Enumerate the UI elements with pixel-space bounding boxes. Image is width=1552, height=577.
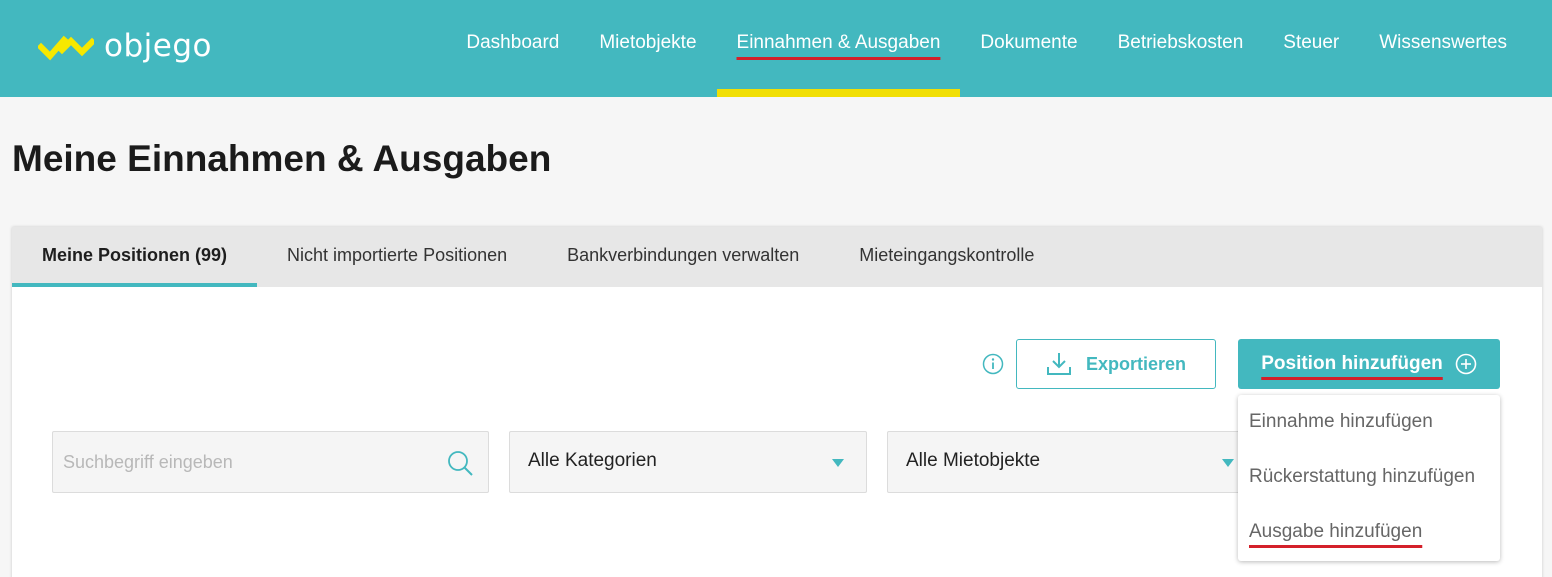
export-button[interactable]: Exportieren (1016, 339, 1216, 389)
search-icon[interactable] (446, 449, 474, 477)
nav-item-label: Mietobjekte (599, 32, 697, 53)
nav-item-label: Dashboard (466, 32, 560, 53)
tab-mieteingangskontrolle[interactable]: Mieteingangskontrolle (829, 227, 1064, 287)
category-select[interactable]: Alle Kategorien (509, 431, 867, 493)
nav-item-label: Betriebskosten (1117, 32, 1244, 53)
nav-item-label: Steuer (1283, 32, 1340, 53)
logo[interactable]: objego (38, 26, 212, 66)
logo-wordmark: objego (104, 28, 212, 64)
nav-item-dokumente[interactable]: Dokumente (960, 0, 1097, 97)
top-navigation-bar: objego Dashboard Mietobjekte Einnahmen &… (0, 0, 1552, 97)
add-position-button[interactable]: Position hinzufügen (1238, 339, 1500, 389)
tab-label: Bankverbindungen verwalten (567, 245, 800, 265)
plus-circle-icon (1455, 353, 1477, 375)
tab-label: Meine Positionen (99) (42, 245, 228, 265)
add-position-menu: Einnahme hinzufügen Rückerstattung hinzu… (1238, 395, 1500, 561)
main-nav: Dashboard Mietobjekte Einnahmen & Ausgab… (446, 0, 1552, 97)
search-input[interactable] (53, 432, 433, 492)
property-select[interactable]: Alle Mietobjekte (887, 431, 1247, 493)
nav-item-label: Wissenswertes (1379, 32, 1507, 53)
nav-item-label: Dokumente (980, 32, 1078, 53)
tab-label: Nicht importierte Positionen (287, 245, 508, 265)
positions-card: Meine Positionen (99) Nicht importierte … (12, 227, 1542, 577)
export-button-label: Exportieren (1085, 353, 1187, 374)
menu-item-add-refund[interactable]: Rückerstattung hinzufügen (1249, 466, 1475, 488)
caret-down-icon (1222, 459, 1234, 467)
objego-logo-icon (38, 35, 94, 61)
info-icon[interactable] (982, 353, 1004, 375)
download-icon (1046, 353, 1071, 375)
search-field (52, 431, 489, 493)
nav-item-wissenswertes[interactable]: Wissenswertes (1359, 0, 1552, 97)
add-position-button-label: Position hinzufügen (1261, 353, 1443, 374)
nav-item-steuer[interactable]: Steuer (1263, 0, 1359, 97)
nav-item-betriebskosten[interactable]: Betriebskosten (1098, 0, 1264, 97)
nav-item-mietobjekte[interactable]: Mietobjekte (579, 0, 716, 97)
nav-item-dashboard[interactable]: Dashboard (446, 0, 579, 97)
tab-nicht-importierte-positionen[interactable]: Nicht importierte Positionen (257, 227, 537, 287)
nav-item-label: Einnahmen & Ausgaben (736, 32, 941, 53)
menu-item-add-income[interactable]: Einnahme hinzufügen (1249, 411, 1433, 433)
caret-down-icon (832, 459, 844, 467)
menu-item-add-expense[interactable]: Ausgabe hinzufügen (1249, 521, 1422, 543)
tab-bankverbindungen-verwalten[interactable]: Bankverbindungen verwalten (537, 227, 829, 287)
category-select-value: Alle Kategorien (528, 450, 657, 471)
tab-label: Mieteingangskontrolle (859, 245, 1035, 265)
tab-bar: Meine Positionen (99) Nicht importierte … (12, 227, 1542, 287)
property-select-value: Alle Mietobjekte (906, 450, 1041, 471)
tab-meine-positionen[interactable]: Meine Positionen (99) (12, 227, 258, 287)
nav-item-einnahmen-ausgaben[interactable]: Einnahmen & Ausgaben (716, 0, 961, 97)
page-title: Meine Einnahmen & Ausgaben (12, 138, 552, 179)
